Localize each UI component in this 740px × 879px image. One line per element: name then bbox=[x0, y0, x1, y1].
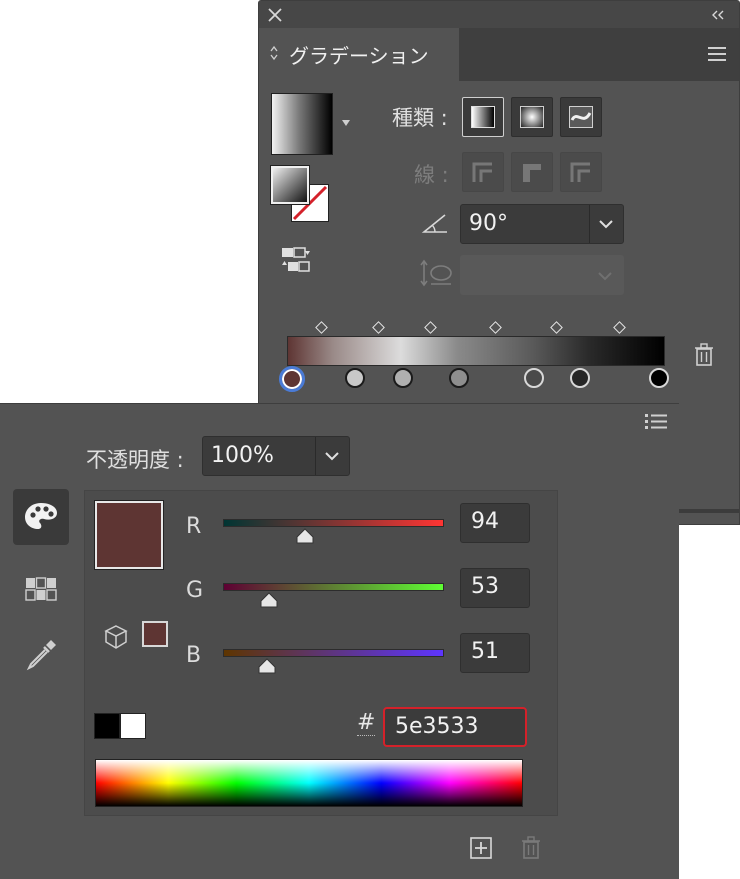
gradient-stop[interactable] bbox=[393, 368, 413, 388]
hex-field[interactable]: 5e3533 bbox=[383, 707, 527, 747]
opacity-label: 不透明度 : bbox=[86, 448, 184, 472]
g-label: G bbox=[186, 578, 204, 603]
color-mode-button[interactable] bbox=[13, 489, 69, 545]
stroke-within-icon bbox=[472, 162, 492, 182]
linear-gradient-button[interactable] bbox=[462, 97, 504, 137]
gradient-preview-swatch[interactable] bbox=[271, 93, 333, 155]
divider bbox=[589, 205, 590, 243]
type-label: 種類 : bbox=[392, 106, 448, 130]
panel-resize-edge bbox=[677, 509, 739, 513]
midpoint-diamond[interactable] bbox=[424, 321, 438, 335]
stroke-along-button[interactable] bbox=[511, 152, 553, 192]
r-slider-thumb[interactable] bbox=[295, 528, 315, 544]
g-slider-track[interactable] bbox=[223, 583, 444, 591]
reorder-arrows-icon[interactable] bbox=[269, 44, 279, 62]
r-value-field[interactable]: 94 bbox=[460, 503, 530, 543]
b-value-field[interactable]: 51 bbox=[460, 633, 530, 673]
gradient-slider-bar[interactable] bbox=[287, 336, 665, 366]
midpoint-diamond[interactable] bbox=[315, 321, 329, 335]
gradient-stop[interactable] bbox=[649, 368, 669, 388]
midpoint-diamond[interactable] bbox=[550, 321, 564, 335]
panel-title-bar[interactable] bbox=[259, 1, 739, 28]
angle-icon bbox=[421, 214, 447, 233]
swatch-grid-icon[interactable] bbox=[25, 577, 57, 601]
b-label: B bbox=[186, 643, 202, 668]
divider bbox=[315, 437, 316, 475]
eyedropper-icon[interactable] bbox=[25, 637, 59, 671]
stroke-within-button[interactable] bbox=[462, 152, 504, 192]
trash-icon[interactable] bbox=[694, 343, 714, 367]
add-square-icon[interactable] bbox=[470, 837, 492, 859]
aspect-ratio-icon bbox=[420, 259, 452, 287]
opacity-value: 100% bbox=[211, 443, 274, 468]
hamburger-menu-icon[interactable] bbox=[707, 46, 727, 62]
hash-label: # bbox=[357, 710, 376, 736]
fill-swatch[interactable] bbox=[270, 165, 310, 205]
current-color-swatch[interactable] bbox=[94, 500, 164, 570]
freeform-gradient-icon bbox=[569, 106, 593, 128]
stroke-across-icon bbox=[570, 162, 590, 182]
hex-value: 5e3533 bbox=[395, 714, 479, 739]
gradient-stop[interactable] bbox=[524, 368, 544, 388]
g-slider-thumb[interactable] bbox=[259, 592, 279, 608]
freeform-gradient-button[interactable] bbox=[560, 97, 602, 137]
r-slider-track[interactable] bbox=[223, 519, 444, 527]
double-chevron-left-icon[interactable] bbox=[711, 9, 727, 21]
tab-title: グラデーション bbox=[289, 44, 429, 68]
stroke-along-icon bbox=[523, 164, 541, 182]
gradient-stop-selected[interactable] bbox=[279, 366, 305, 392]
color-spectrum-bar[interactable] bbox=[95, 759, 523, 807]
tab-gradient[interactable]: グラデーション bbox=[259, 28, 459, 81]
chevron-down-icon[interactable] bbox=[598, 271, 612, 281]
cube-icon[interactable] bbox=[103, 624, 129, 650]
palette-icon bbox=[25, 503, 57, 529]
web-safe-color-swatch[interactable] bbox=[142, 621, 168, 647]
panel-tab-bar: グラデーション bbox=[259, 28, 739, 81]
radial-gradient-button[interactable] bbox=[511, 97, 553, 137]
color-panel: 不透明度 : 100% R 94 G 53 B 51 # 5e3533 bbox=[0, 403, 679, 879]
chevron-down-icon[interactable] bbox=[325, 451, 339, 461]
white-swatch[interactable] bbox=[120, 713, 146, 739]
close-icon[interactable] bbox=[267, 7, 283, 23]
b-slider-track[interactable] bbox=[223, 649, 444, 657]
list-menu-icon[interactable] bbox=[644, 412, 668, 430]
midpoint-diamond[interactable] bbox=[613, 321, 627, 335]
aspect-ratio-field[interactable] bbox=[460, 255, 624, 295]
gradient-stop[interactable] bbox=[345, 368, 365, 388]
b-slider-thumb[interactable] bbox=[257, 658, 277, 674]
reverse-gradient-icon[interactable] bbox=[281, 246, 311, 276]
midpoint-diamond[interactable] bbox=[489, 321, 503, 335]
dropdown-arrow-icon[interactable] bbox=[341, 119, 351, 127]
gradient-stop[interactable] bbox=[570, 368, 590, 388]
opacity-field[interactable]: 100% bbox=[202, 436, 350, 476]
g-value-field[interactable]: 53 bbox=[460, 568, 530, 608]
linear-gradient-icon bbox=[471, 106, 495, 128]
color-picker-area: R 94 G 53 B 51 # 5e3533 bbox=[84, 490, 558, 816]
trash-icon[interactable] bbox=[521, 836, 541, 860]
angle-field[interactable]: 90° bbox=[460, 204, 624, 244]
chevron-down-icon[interactable] bbox=[599, 219, 613, 229]
angle-value: 90° bbox=[469, 211, 508, 236]
gradient-stop[interactable] bbox=[449, 368, 469, 388]
stroke-across-button[interactable] bbox=[560, 152, 602, 192]
stroke-label: 線 : bbox=[414, 163, 449, 187]
black-swatch[interactable] bbox=[94, 713, 120, 739]
r-label: R bbox=[186, 514, 202, 539]
radial-gradient-icon bbox=[520, 106, 544, 128]
midpoint-diamond[interactable] bbox=[372, 321, 386, 335]
